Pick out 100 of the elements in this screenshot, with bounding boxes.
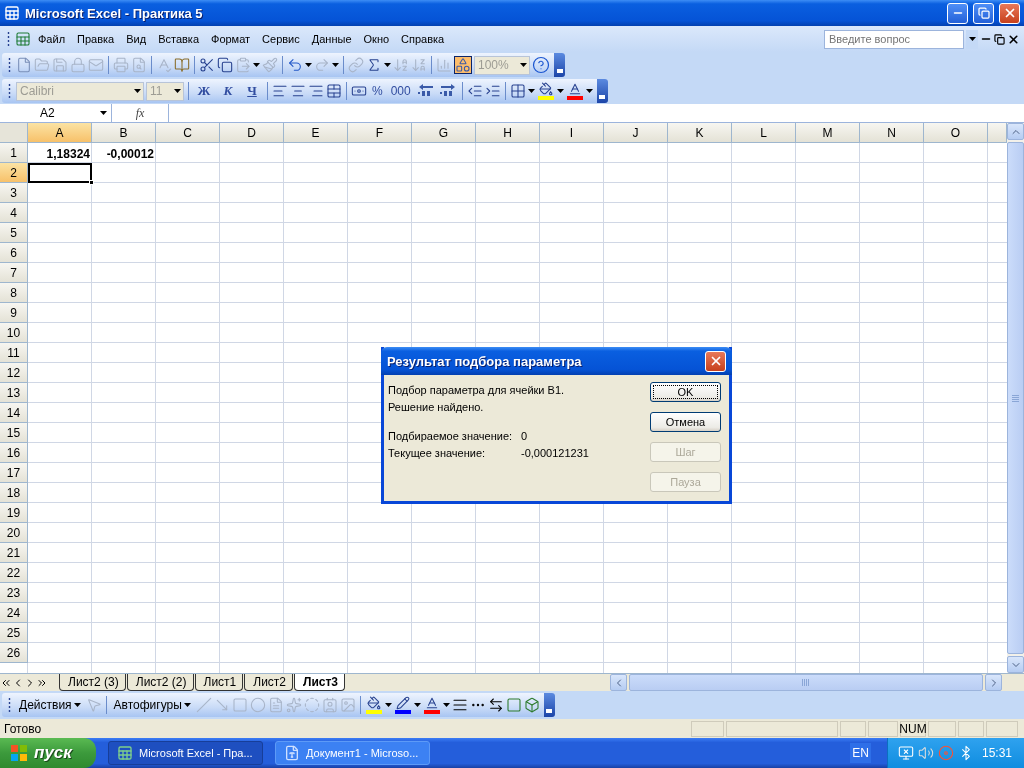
column-header[interactable]: N (860, 123, 924, 143)
number-format-button[interactable]: % (369, 84, 386, 98)
menu-item[interactable]: Окно (358, 31, 395, 47)
menu-item[interactable]: Вставка (153, 31, 204, 47)
caret-icon[interactable] (556, 89, 564, 93)
close-button[interactable] (999, 2, 1020, 24)
sheet-tab[interactable]: Лист2 (3) (59, 674, 126, 691)
toolbar-options-button[interactable] (554, 53, 565, 77)
close-button[interactable] (705, 350, 726, 372)
arrow-style-icon[interactable] (487, 697, 504, 713)
row-header[interactable]: 24 (0, 603, 28, 623)
start-button[interactable]: пуск (0, 738, 96, 768)
taskbar-button[interactable]: Microsoft Excel - Пра... (108, 741, 263, 765)
caret-icon[interactable] (442, 703, 450, 707)
column-header[interactable]: G (412, 123, 476, 143)
drawing-icon[interactable] (455, 57, 471, 73)
column-header[interactable]: A (28, 123, 92, 143)
row-header[interactable]: 17 (0, 463, 28, 483)
borders-icon[interactable] (509, 83, 526, 99)
fill-color-icon[interactable] (536, 82, 555, 100)
row-header[interactable]: 10 (0, 323, 28, 343)
row-header[interactable]: 11 (0, 343, 28, 363)
row-header[interactable]: 8 (0, 283, 28, 303)
caret-icon[interactable] (100, 111, 107, 115)
row-header[interactable]: 15 (0, 423, 28, 443)
three-d-icon[interactable] (523, 697, 540, 713)
column-header[interactable]: C (156, 123, 220, 143)
line-color-icon[interactable] (393, 696, 412, 714)
menu-item[interactable]: Вид (121, 31, 152, 47)
scroll-thumb[interactable] (1007, 142, 1024, 654)
menu-item[interactable]: Справка (396, 31, 450, 47)
caret-icon[interactable] (332, 63, 339, 67)
name-box[interactable]: A2 (0, 104, 112, 122)
caret-icon[interactable] (585, 89, 593, 93)
row-header[interactable]: 1 (0, 143, 28, 163)
column-header[interactable]: H (476, 123, 540, 143)
caret-icon[interactable] (253, 63, 260, 67)
sheet-tab[interactable]: Лист2 (244, 674, 293, 691)
row-header[interactable]: 26 (0, 643, 28, 663)
caret-icon[interactable] (174, 89, 181, 93)
menu-item[interactable]: Данные (306, 31, 357, 47)
line-style-icon[interactable] (451, 697, 468, 713)
indent-icon[interactable] (484, 83, 501, 99)
caret-icon[interactable] (384, 703, 392, 707)
taskbar-button[interactable]: Документ1 - Microso... (275, 741, 430, 765)
restore-button[interactable] (973, 2, 994, 24)
row-header[interactable]: 20 (0, 523, 28, 543)
actions-menu-button[interactable]: Действия (16, 698, 84, 712)
row-header[interactable]: 9 (0, 303, 28, 323)
cut-icon[interactable] (199, 57, 215, 73)
copy-icon[interactable] (217, 57, 233, 73)
caret-icon[interactable] (968, 37, 976, 41)
toolbar-handle[interactable] (8, 57, 11, 73)
align-center-icon[interactable] (290, 83, 306, 99)
text-style-button[interactable]: К (217, 83, 239, 99)
row-header[interactable]: 21 (0, 543, 28, 563)
toolbar-handle[interactable] (7, 31, 10, 47)
sheet-tab[interactable]: Лист2 (2) (126, 674, 194, 691)
dialog-button[interactable]: OK (650, 382, 721, 402)
toolbar-options-button[interactable] (596, 79, 608, 103)
restore-icon[interactable] (994, 33, 1005, 45)
row-header[interactable]: 18 (0, 483, 28, 503)
row-header[interactable]: 13 (0, 383, 28, 403)
network-icon[interactable] (898, 745, 914, 761)
close-icon[interactable] (1007, 32, 1020, 46)
dialog-button[interactable]: Отмена (650, 412, 721, 432)
toolbar-handle[interactable] (8, 697, 11, 713)
row-header[interactable]: 4 (0, 203, 28, 223)
active-cell[interactable] (28, 163, 92, 183)
caret-icon[interactable] (73, 703, 81, 707)
row-header[interactable]: 7 (0, 263, 28, 283)
language-indicator[interactable]: EN (850, 743, 871, 763)
column-header[interactable]: J (604, 123, 668, 143)
minimize-button[interactable] (947, 2, 968, 24)
undo-icon[interactable] (287, 57, 303, 73)
menu-item[interactable]: Правка (72, 31, 120, 47)
column-header[interactable]: O (924, 123, 988, 143)
outdent-icon[interactable] (466, 83, 483, 99)
sum-icon[interactable] (366, 57, 382, 73)
text-style-button[interactable]: Ж (193, 83, 215, 99)
row-header[interactable]: 6 (0, 243, 28, 263)
caret-icon[interactable] (520, 63, 527, 67)
column-header[interactable]: M (796, 123, 860, 143)
row-header[interactable]: 3 (0, 183, 28, 203)
row-header[interactable]: 2 (0, 163, 28, 183)
font-color-icon[interactable] (565, 82, 584, 100)
caret-icon[interactable] (527, 89, 535, 93)
row-header[interactable]: 14 (0, 403, 28, 423)
help-search-field[interactable]: Введите вопрос (824, 29, 964, 49)
toolbar-handle[interactable] (8, 83, 11, 99)
row-header[interactable]: 25 (0, 623, 28, 643)
book-icon[interactable] (174, 57, 190, 73)
fill-handle[interactable] (89, 180, 94, 185)
column-header[interactable]: B (92, 123, 156, 143)
insert-function-button[interactable]: fx (112, 105, 168, 121)
clip-art-icon[interactable] (321, 697, 338, 713)
merge-cells-icon[interactable] (326, 83, 342, 99)
row-header[interactable]: 19 (0, 503, 28, 523)
align-right-icon[interactable] (308, 83, 324, 99)
menu-item[interactable]: Сервис (257, 31, 305, 47)
